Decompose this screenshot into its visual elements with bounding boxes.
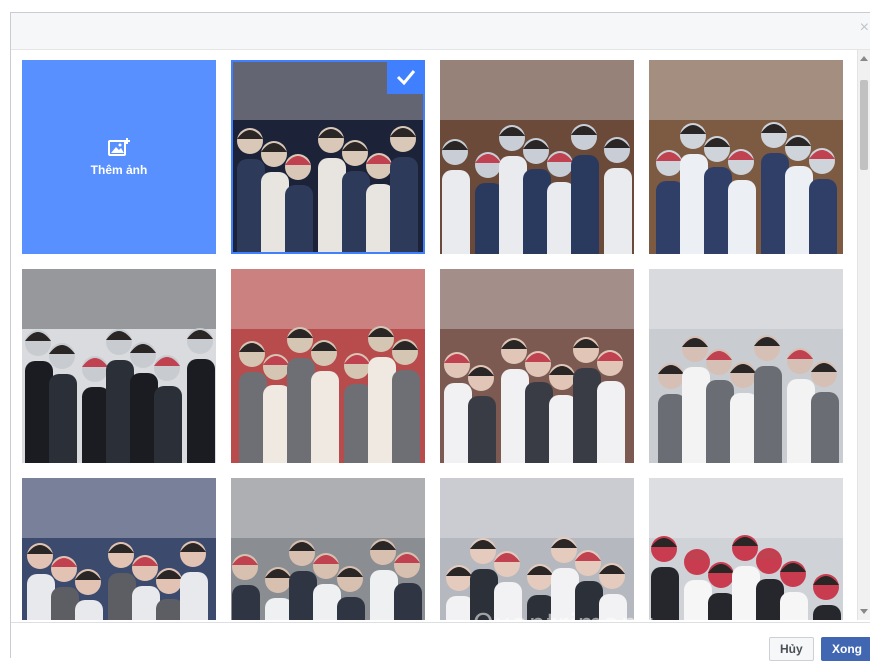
add-photo-icon bbox=[108, 138, 130, 156]
photo-image bbox=[649, 478, 843, 620]
photo-image bbox=[22, 478, 216, 620]
photo-11[interactable] bbox=[649, 478, 843, 620]
scrollbar-thumb[interactable] bbox=[860, 80, 868, 170]
dialog-footer: Hủy Xong bbox=[11, 622, 870, 661]
cancel-button[interactable]: Hủy bbox=[769, 637, 814, 661]
add-photo-label: Thêm ảnh bbox=[90, 163, 148, 177]
scrollbar[interactable] bbox=[857, 50, 870, 620]
photo-image bbox=[22, 269, 216, 463]
photo-image bbox=[649, 269, 843, 463]
photo-3[interactable] bbox=[649, 60, 843, 254]
photo-9[interactable] bbox=[231, 478, 425, 620]
photo-8[interactable] bbox=[22, 478, 216, 620]
photo-6[interactable] bbox=[440, 269, 634, 463]
photo-image bbox=[231, 478, 425, 620]
add-photo-button[interactable]: Thêm ảnh bbox=[22, 60, 216, 254]
photo-image bbox=[649, 60, 843, 254]
photo-image bbox=[231, 269, 425, 463]
photo-1[interactable] bbox=[231, 60, 425, 254]
photo-grid: Thêm ảnh bbox=[11, 50, 859, 620]
selected-check-icon bbox=[387, 60, 425, 94]
done-button[interactable]: Xong bbox=[821, 637, 870, 661]
dialog-header: × bbox=[11, 13, 870, 50]
photo-picker-dialog: × Thêm ảnh Hủy Xong bbox=[10, 12, 870, 661]
photo-image bbox=[440, 269, 634, 463]
photo-7[interactable] bbox=[649, 269, 843, 463]
scroll-down-icon[interactable] bbox=[860, 609, 868, 614]
photo-4[interactable] bbox=[22, 269, 216, 463]
photo-2[interactable] bbox=[440, 60, 634, 254]
photo-image bbox=[440, 60, 634, 254]
photo-image bbox=[440, 478, 634, 620]
photo-5[interactable] bbox=[231, 269, 425, 463]
scroll-up-icon[interactable] bbox=[860, 56, 868, 61]
photo-10[interactable] bbox=[440, 478, 634, 620]
close-icon[interactable]: × bbox=[860, 19, 869, 37]
